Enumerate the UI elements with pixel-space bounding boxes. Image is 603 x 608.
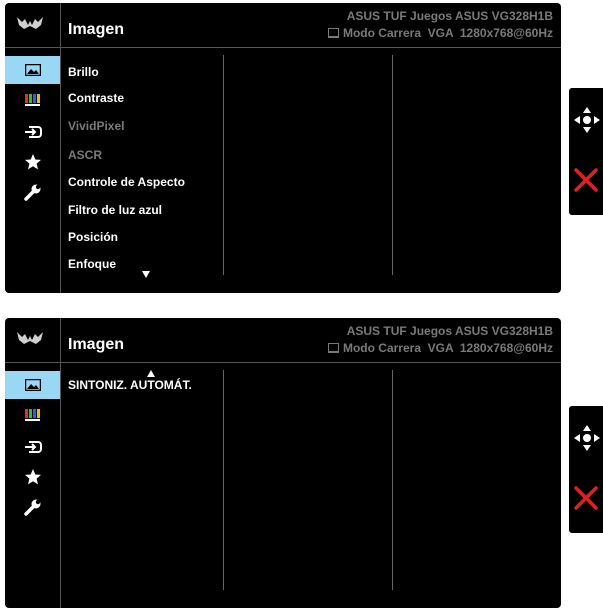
sidebar-divider [60,318,61,608]
image-icon [24,379,41,391]
image-icon [24,64,41,76]
tuf-logo-icon [17,17,43,29]
keypad-1 [569,88,603,215]
column-divider-1 [223,370,224,590]
menu-item-focus[interactable]: Enfoque [68,257,116,271]
favorite-star-icon [24,469,41,485]
column-divider-2 [392,370,393,590]
color-icon [24,94,40,106]
osd-panel-2: Imagen ASUS TUF Juegos ASUS VG328H1B Mod… [5,318,561,608]
sidebar-item-image[interactable] [5,56,60,84]
color-icon [24,409,40,421]
monitor-icon [327,343,339,353]
input-select-icon [24,126,42,138]
menu-item-ascr: ASCR [68,148,103,162]
five-way-joystick-icon[interactable] [572,105,602,135]
page-title: Imagen [68,21,125,38]
scroll-up-arrow[interactable] [147,370,155,377]
osd-panel-1: Imagen ASUS TUF Juegos ASUS VG328H1B Mod… [5,3,561,293]
keypad-2 [569,406,603,533]
menu-item-position[interactable]: Posición [68,230,118,244]
monitor-icon [327,28,339,38]
sidebar-item-system[interactable] [5,493,60,521]
menu-item-auto-adjust[interactable]: SINTONIZ. AUTOMÁT. [68,378,192,392]
sidebar-item-image[interactable] [5,371,60,399]
sidebar [5,363,60,608]
close-x-icon[interactable] [574,168,598,192]
page-title: Imagen [68,336,125,353]
menu-item-brillo[interactable]: Brillo [68,65,99,79]
five-way-joystick-icon[interactable] [572,423,602,453]
model-name: ASUS TUF Juegos ASUS VG328H1B [346,9,553,23]
menu-item-contraste[interactable]: Contraste [68,91,124,105]
sidebar-item-favorite[interactable] [5,463,60,491]
sidebar-divider [60,3,61,293]
sidebar-item-color[interactable] [5,86,60,114]
scroll-down-arrow[interactable] [142,271,150,278]
system-setup-wrench-icon [23,499,40,516]
mode-status: Modo Carrera VGA 1280x768@60Hz [327,341,553,355]
model-name: ASUS TUF Juegos ASUS VG328H1B [346,324,553,338]
menu-item-aspect-control[interactable]: Controle de Aspecto [68,175,185,189]
input-select-icon [24,441,42,453]
column-divider-1 [223,55,224,275]
sidebar-item-input[interactable] [5,433,60,461]
column-divider-2 [392,55,393,275]
system-setup-wrench-icon [23,184,40,201]
sidebar-item-favorite[interactable] [5,148,60,176]
sidebar-item-color[interactable] [5,401,60,429]
sidebar [5,48,60,293]
sidebar-item-input[interactable] [5,118,60,146]
mode-status-text: Modo Carrera VGA 1280x768@60Hz [342,341,553,355]
mode-status-text: Modo Carrera VGA 1280x768@60Hz [342,26,553,40]
tuf-logo-icon [17,332,43,344]
mode-status: Modo Carrera VGA 1280x768@60Hz [327,26,553,40]
sidebar-item-system[interactable] [5,178,60,206]
menu-item-blue-light-filter[interactable]: Filtro de luz azul [68,203,162,217]
menu-item-vividpixel: VividPixel [68,119,125,133]
close-x-icon[interactable] [574,486,598,510]
favorite-star-icon [24,154,41,170]
